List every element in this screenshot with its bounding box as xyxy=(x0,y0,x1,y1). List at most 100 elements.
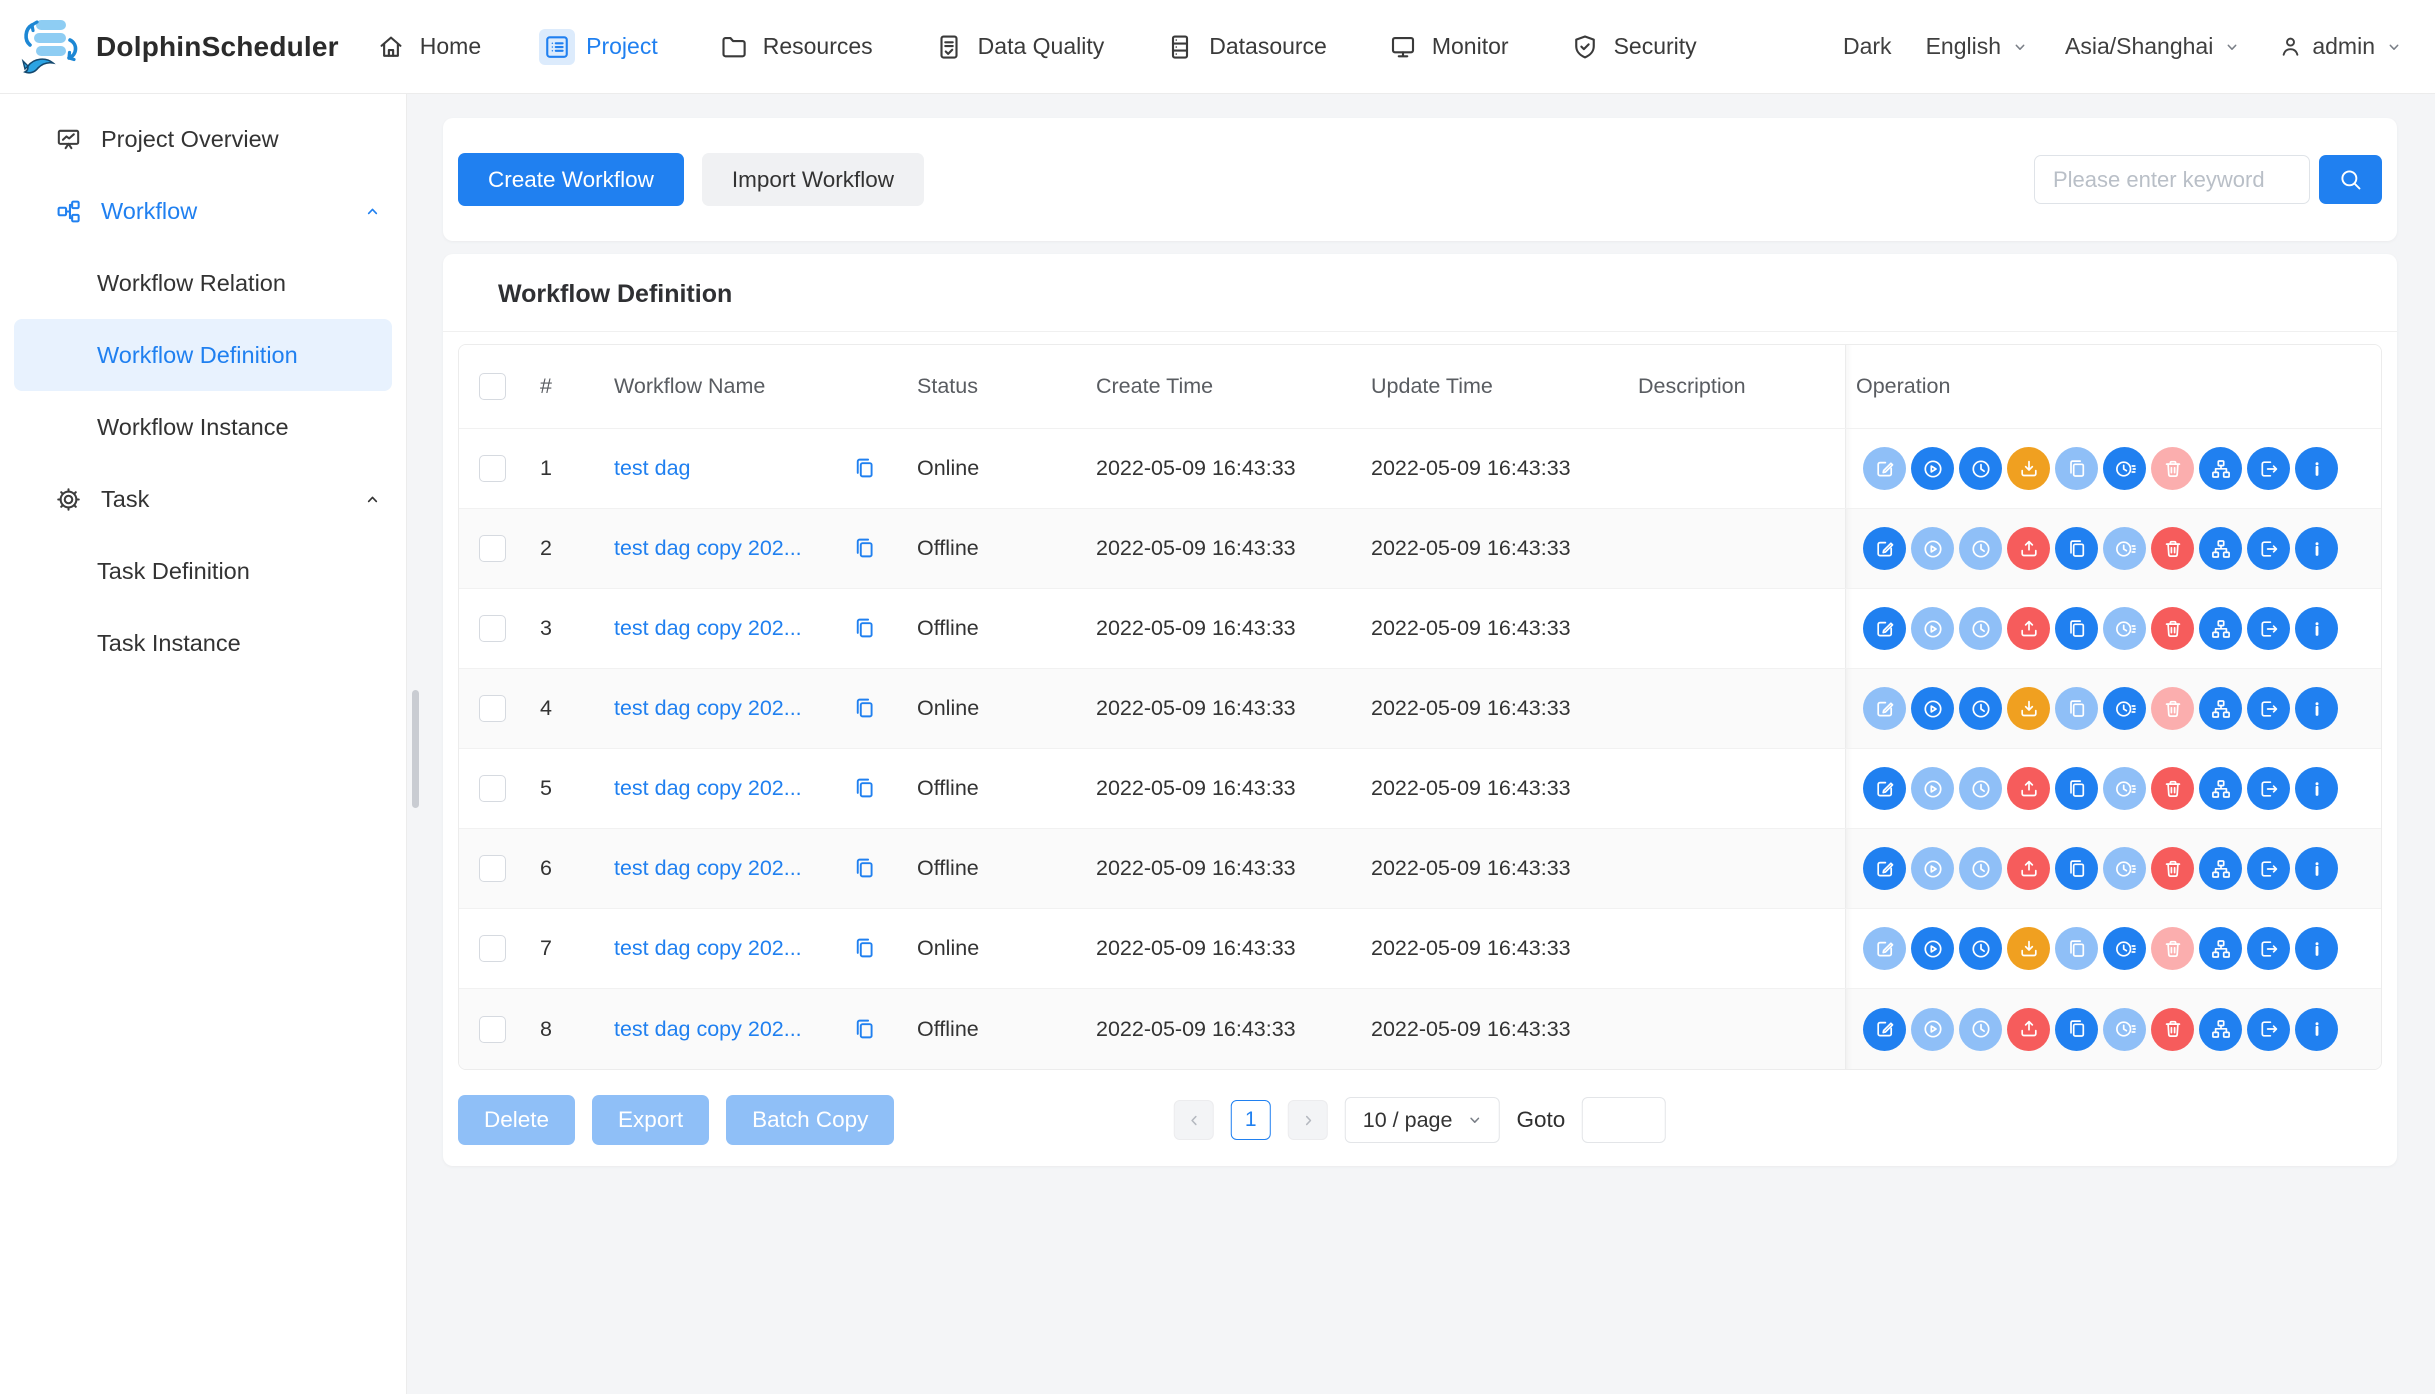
info-button[interactable] xyxy=(2295,1008,2338,1051)
export-button[interactable] xyxy=(2247,1008,2290,1051)
row-checkbox[interactable] xyxy=(479,615,506,642)
delete-button[interactable] xyxy=(2151,527,2194,570)
start-button[interactable] xyxy=(1911,847,1954,890)
upload-button[interactable] xyxy=(2007,1008,2050,1051)
copy-button[interactable] xyxy=(2055,687,2098,730)
tree-button[interactable] xyxy=(2199,447,2242,490)
info-button[interactable] xyxy=(2295,607,2338,650)
tree-button[interactable] xyxy=(2199,607,2242,650)
batch-export-button[interactable]: Export xyxy=(592,1095,709,1145)
start-button[interactable] xyxy=(1911,527,1954,570)
nav-item-security[interactable]: Security xyxy=(1567,29,1697,65)
timing-button[interactable] xyxy=(1959,927,2002,970)
nav-item-monitor[interactable]: Monitor xyxy=(1385,29,1509,65)
edit-button[interactable] xyxy=(1863,687,1906,730)
tree-button[interactable] xyxy=(2199,847,2242,890)
export-button[interactable] xyxy=(2247,447,2290,490)
delete-button[interactable] xyxy=(2151,687,2194,730)
edit-button[interactable] xyxy=(1863,927,1906,970)
sidebar-item-workflow[interactable]: Workflow xyxy=(0,175,406,247)
user-menu[interactable]: admin xyxy=(2277,33,2405,60)
row-checkbox[interactable] xyxy=(479,535,506,562)
prev-page-button[interactable] xyxy=(1174,1100,1214,1140)
edit-button[interactable] xyxy=(1863,527,1906,570)
info-button[interactable] xyxy=(2295,927,2338,970)
info-button[interactable] xyxy=(2295,767,2338,810)
row-checkbox[interactable] xyxy=(479,935,506,962)
sidebar-scrollbar[interactable] xyxy=(412,690,419,808)
info-button[interactable] xyxy=(2295,447,2338,490)
page-size-select[interactable]: 10 / page xyxy=(1345,1097,1500,1143)
start-button[interactable] xyxy=(1911,607,1954,650)
nav-item-data-quality[interactable]: Data Quality xyxy=(931,29,1105,65)
sidebar-item-task-instance[interactable]: Task Instance xyxy=(0,607,406,679)
import-workflow-button[interactable]: Import Workflow xyxy=(702,153,924,206)
info-button[interactable] xyxy=(2295,527,2338,570)
cron-button[interactable] xyxy=(2103,607,2146,650)
sidebar-item-workflow-relation[interactable]: Workflow Relation xyxy=(0,247,406,319)
start-button[interactable] xyxy=(1911,447,1954,490)
workflow-name-link[interactable]: test dag copy 202... xyxy=(614,856,802,881)
search-button[interactable] xyxy=(2319,155,2382,204)
edit-button[interactable] xyxy=(1863,447,1906,490)
batch-copy-button[interactable]: Batch Copy xyxy=(726,1095,894,1145)
copy-button[interactable] xyxy=(2055,767,2098,810)
copy-button[interactable] xyxy=(2055,1008,2098,1051)
timezone-select[interactable]: Asia/Shanghai xyxy=(2065,33,2243,60)
export-button[interactable] xyxy=(2247,607,2290,650)
export-button[interactable] xyxy=(2247,927,2290,970)
delete-button[interactable] xyxy=(2151,607,2194,650)
workflow-name-link[interactable]: test dag copy 202... xyxy=(614,936,802,961)
timing-button[interactable] xyxy=(1959,1008,2002,1051)
export-button[interactable] xyxy=(2247,527,2290,570)
app-logo[interactable]: DolphinScheduler xyxy=(20,16,339,78)
download-button[interactable] xyxy=(2007,447,2050,490)
edit-button[interactable] xyxy=(1863,607,1906,650)
export-button[interactable] xyxy=(2247,767,2290,810)
cron-button[interactable] xyxy=(2103,527,2146,570)
copy-name-button[interactable] xyxy=(851,935,878,962)
timing-button[interactable] xyxy=(1959,687,2002,730)
theme-toggle[interactable]: Dark xyxy=(1843,33,1892,60)
copy-name-button[interactable] xyxy=(851,615,878,642)
row-checkbox[interactable] xyxy=(479,855,506,882)
delete-button[interactable] xyxy=(2151,1008,2194,1051)
workflow-name-link[interactable]: test dag copy 202... xyxy=(614,1017,802,1042)
batch-delete-button[interactable]: Delete xyxy=(458,1095,575,1145)
upload-button[interactable] xyxy=(2007,847,2050,890)
workflow-name-link[interactable]: test dag copy 202... xyxy=(614,536,802,561)
cron-button[interactable] xyxy=(2103,767,2146,810)
start-button[interactable] xyxy=(1911,927,1954,970)
workflow-name-link[interactable]: test dag copy 202... xyxy=(614,616,802,641)
copy-name-button[interactable] xyxy=(851,855,878,882)
sidebar-item-project-overview[interactable]: Project Overview xyxy=(0,103,406,175)
timing-button[interactable] xyxy=(1959,447,2002,490)
row-checkbox[interactable] xyxy=(479,775,506,802)
copy-name-button[interactable] xyxy=(851,1016,878,1043)
sidebar-item-workflow-instance[interactable]: Workflow Instance xyxy=(0,391,406,463)
nav-item-home[interactable]: Home xyxy=(373,29,481,65)
sidebar-item-workflow-definition[interactable]: Workflow Definition xyxy=(14,319,392,391)
edit-button[interactable] xyxy=(1863,1008,1906,1051)
sidebar-item-task[interactable]: Task xyxy=(0,463,406,535)
start-button[interactable] xyxy=(1911,1008,1954,1051)
start-button[interactable] xyxy=(1911,767,1954,810)
download-button[interactable] xyxy=(2007,927,2050,970)
copy-name-button[interactable] xyxy=(851,775,878,802)
nav-item-datasource[interactable]: Datasource xyxy=(1162,29,1327,65)
copy-button[interactable] xyxy=(2055,527,2098,570)
row-checkbox[interactable] xyxy=(479,455,506,482)
goto-page-input[interactable] xyxy=(1582,1097,1666,1143)
language-select[interactable]: English xyxy=(1926,33,2031,60)
upload-button[interactable] xyxy=(2007,527,2050,570)
upload-button[interactable] xyxy=(2007,607,2050,650)
create-workflow-button[interactable]: Create Workflow xyxy=(458,153,684,206)
delete-button[interactable] xyxy=(2151,847,2194,890)
page-1-button[interactable]: 1 xyxy=(1231,1100,1271,1140)
info-button[interactable] xyxy=(2295,847,2338,890)
tree-button[interactable] xyxy=(2199,1008,2242,1051)
copy-name-button[interactable] xyxy=(851,455,878,482)
delete-button[interactable] xyxy=(2151,927,2194,970)
cron-button[interactable] xyxy=(2103,847,2146,890)
copy-name-button[interactable] xyxy=(851,535,878,562)
